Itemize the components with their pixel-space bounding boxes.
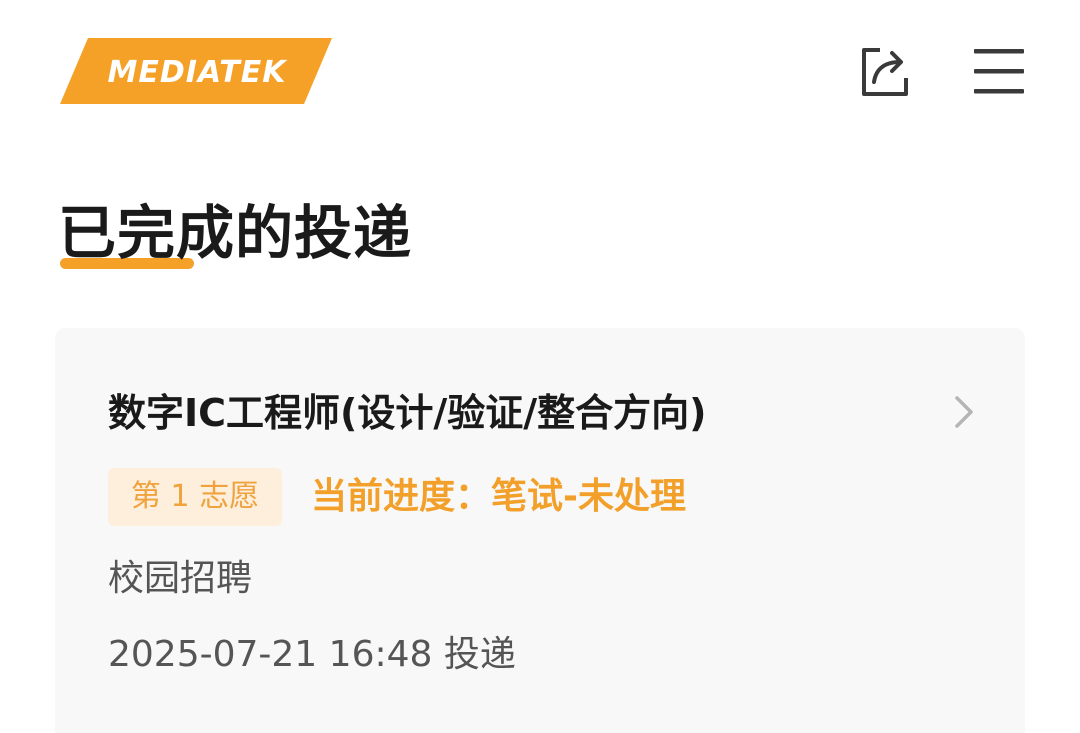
progress-status: 当前进度：笔试-未处理 xyxy=(311,476,686,517)
share-icon xyxy=(862,48,908,96)
submitted-time: 2025-07-21 16:48 投递 xyxy=(108,634,516,675)
page-title: 已完成的投递 xyxy=(58,199,413,267)
logo-text: MEDIATEK xyxy=(108,55,289,90)
hamburger-menu-icon xyxy=(974,49,1024,94)
share-button[interactable] xyxy=(860,46,910,96)
application-card[interactable]: 数字IC工程师(设计/验证/整合方向) 第 1 志愿 当前进度：笔试-未处理 校… xyxy=(55,328,1025,733)
mediatek-logo: MEDIATEK xyxy=(60,38,332,104)
menu-button[interactable] xyxy=(974,46,1024,96)
preference-badge: 第 1 志愿 xyxy=(108,468,282,526)
job-title: 数字IC工程师(设计/验证/整合方向) xyxy=(108,391,707,435)
page-title-block: 已完成的投递 xyxy=(58,196,412,270)
recruitment-category: 校园招聘 xyxy=(108,558,253,599)
applications-page: MEDIATEK 已完成的投递 数字IC工程师(设计/验证/整合方向) 第 1 … xyxy=(0,0,1080,733)
chevron-right-icon xyxy=(955,396,973,428)
